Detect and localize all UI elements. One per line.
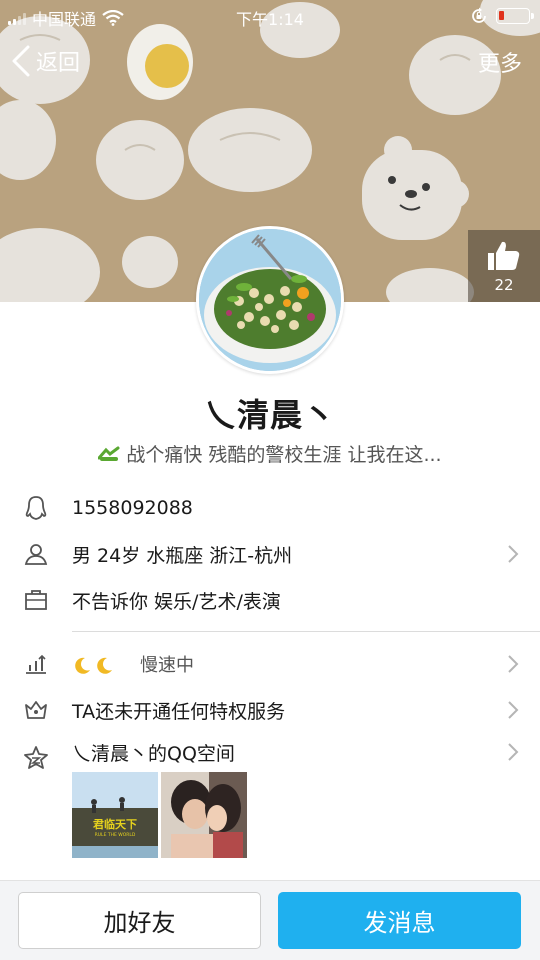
qzone-star-icon xyxy=(22,744,50,772)
signature-text: 战个痛快 残酷的警校生涯 让我在这... xyxy=(126,444,442,466)
job-row: 不告诉你 娱乐/艺术/表演 xyxy=(0,578,540,622)
section-divider xyxy=(72,631,540,632)
crown-icon xyxy=(22,696,50,724)
level-chart-icon xyxy=(22,650,50,678)
moon-icon xyxy=(75,657,90,674)
rotation-lock-icon xyxy=(472,7,486,23)
thumbs-up-icon xyxy=(488,241,520,270)
qzone-title: 乀清晨丶的QQ空间 xyxy=(72,742,235,765)
basic-info-row[interactable]: 男 24岁 水瓶座 浙江-杭州 xyxy=(0,532,540,576)
qq-number-row: 1558092088 xyxy=(0,486,540,530)
avatar-image xyxy=(199,229,341,371)
status-bar: 中国联通 下午1:14 xyxy=(0,0,540,32)
battery-icon xyxy=(496,8,534,24)
moon-icon xyxy=(97,657,112,674)
add-friend-button[interactable]: 加好友 xyxy=(18,892,261,949)
level-row[interactable]: 慢速中 xyxy=(0,642,540,686)
signature-icon xyxy=(98,446,120,461)
qzone-photo-2[interactable] xyxy=(161,772,247,858)
chevron-right-icon xyxy=(508,743,519,761)
bottom-action-bar: 加好友 发消息 xyxy=(0,880,540,960)
qzone-photo-image xyxy=(161,772,247,858)
job-info: 不告诉你 娱乐/艺术/表演 xyxy=(72,590,281,613)
back-label: 返回 xyxy=(36,51,81,76)
vip-status: TA还未开通任何特权服务 xyxy=(72,700,286,723)
qq-number: 1558092088 xyxy=(72,497,193,519)
qq-penguin-icon xyxy=(22,494,50,522)
level-moons xyxy=(72,656,114,676)
avatar[interactable] xyxy=(196,226,344,374)
back-button[interactable]: 返回 xyxy=(10,44,80,78)
chevron-right-icon xyxy=(508,655,519,673)
qzone-photo-image: 君临天下 RULE THE WORLD xyxy=(72,772,158,858)
vip-row[interactable]: TA还未开通任何特权服务 xyxy=(0,688,540,732)
qzone-row[interactable]: 乀清晨丶的QQ空间 xyxy=(0,730,540,774)
person-icon xyxy=(22,540,50,568)
photo-caption: 君临天下 xyxy=(93,817,137,831)
send-message-button[interactable]: 发消息 xyxy=(278,892,521,949)
like-button[interactable]: 22 xyxy=(468,230,540,302)
signature-line[interactable]: 战个痛快 残酷的警校生涯 让我在这... xyxy=(0,440,540,467)
level-speed: 慢速中 xyxy=(140,655,195,676)
chevron-left-icon xyxy=(12,45,30,77)
status-time: 下午1:14 xyxy=(236,10,304,29)
qzone-photos: 君临天下 RULE THE WORLD xyxy=(72,772,247,858)
briefcase-icon xyxy=(22,586,50,614)
basic-info: 男 24岁 水瓶座 浙江-杭州 xyxy=(72,544,293,567)
like-count: 22 xyxy=(494,276,514,294)
level-content: 慢速中 xyxy=(72,651,194,677)
chevron-right-icon xyxy=(508,545,519,563)
nickname: 乀清晨丶 xyxy=(203,396,336,434)
more-button[interactable]: 更多 xyxy=(478,46,522,78)
status-right xyxy=(470,7,534,25)
photo-subcaption: RULE THE WORLD xyxy=(95,832,136,838)
qzone-photo-1[interactable]: 君临天下 RULE THE WORLD xyxy=(72,772,158,858)
chevron-right-icon xyxy=(508,701,519,719)
